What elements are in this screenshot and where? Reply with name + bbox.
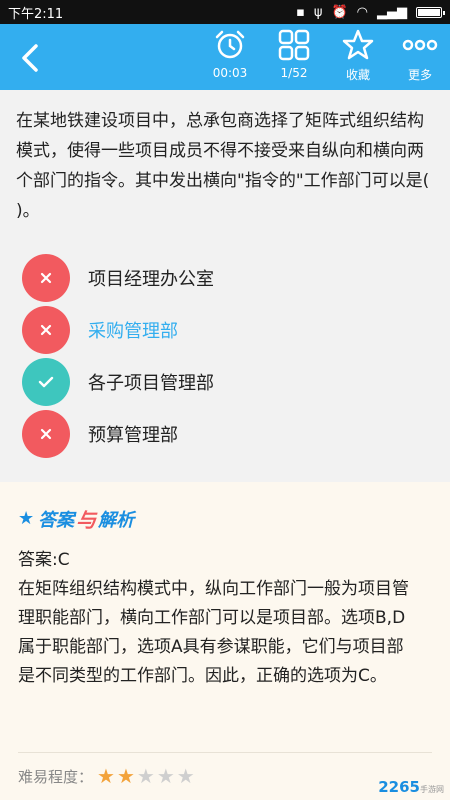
star-empty-icon: ★ <box>136 764 155 788</box>
battery-icon <box>416 6 445 18</box>
wrong-mark-icon <box>22 306 70 354</box>
answer-line: 答案:C <box>18 550 70 570</box>
option-label: 预算管理部 <box>88 425 178 446</box>
star-empty-icon: ★ <box>156 764 175 788</box>
alarm-icon: ⏰ <box>331 4 348 20</box>
analysis-title-and: 与 <box>76 508 97 532</box>
divider <box>18 752 432 753</box>
analysis-section: ★ 答案 与 解析 答案:C 在矩阵组织结构模式中，纵向工作部门一般为项目管理职… <box>0 482 450 800</box>
favorite-button[interactable]: 收藏 <box>328 28 388 88</box>
more-dots-icon <box>402 39 438 51</box>
grid-icon <box>278 29 310 61</box>
watermark-logo: 2265手游网 <box>378 778 444 796</box>
analysis-title: ★ 答案 与 解析 <box>18 504 134 533</box>
explanation-text: 在矩阵组织结构模式中，纵向工作部门一般为项目管理职能部门，横向工作部门可以是项目… <box>18 579 409 686</box>
notification-icon: ▪ <box>296 4 305 20</box>
question-text: 在某地铁建设项目中，总承包商选择了矩阵式组织结构模式，使得一些项目成员不得不接受… <box>16 111 430 221</box>
timer-label: 00:03 <box>212 66 248 80</box>
favorite-label: 收藏 <box>345 68 370 82</box>
wrong-mark-icon <box>22 410 70 458</box>
option-label: 各子项目管理部 <box>88 373 214 394</box>
option-b[interactable]: 采购管理部 <box>22 306 422 354</box>
watermark-brand: 2265 <box>378 778 420 796</box>
status-icons: ▪ ψ ⏰ ◠ ▂▄▆ <box>296 4 445 20</box>
question-list-button[interactable]: 1/52 <box>264 28 324 88</box>
wifi-icon: ◠ <box>356 4 368 20</box>
progress-label: 1/52 <box>280 66 308 80</box>
star-filled-icon: ★ <box>97 764 115 788</box>
signal-icon: ▂▄▆ <box>377 4 407 20</box>
analysis-title-explain: 解析 <box>98 509 135 531</box>
analysis-body: 答案:C 在矩阵组织结构模式中，纵向工作部门一般为项目管理职能部门，横向工作部门… <box>18 546 413 691</box>
option-label: 采购管理部 <box>88 321 178 342</box>
difficulty-row: 难易程度： ★ ★ ★ ★ ★ <box>18 764 197 788</box>
analysis-title-answer: 答案 <box>38 509 75 531</box>
watermark-sub: 手游网 <box>420 785 444 794</box>
option-label: 项目经理办公室 <box>88 269 214 290</box>
star-empty-icon: ★ <box>176 764 195 788</box>
status-time: 下午2:11 <box>8 6 64 22</box>
difficulty-label: 难易程度： <box>18 767 94 786</box>
back-arrow-icon <box>22 44 38 72</box>
option-a[interactable]: 项目经理办公室 <box>22 254 422 302</box>
option-c[interactable]: 各子项目管理部 <box>22 358 422 406</box>
star-icon <box>342 29 374 60</box>
difficulty-stars: ★ ★ ★ ★ ★ <box>97 764 197 788</box>
alarm-clock-icon <box>215 30 245 59</box>
more-button[interactable]: 更多 <box>390 28 450 88</box>
usb-icon: ψ <box>313 4 323 20</box>
star-filled-icon: ★ <box>116 764 135 788</box>
top-toolbar: 00:03 1/52 收藏 更多 <box>0 24 450 90</box>
check-mark-icon <box>22 358 70 406</box>
status-bar: 下午2:11 ▪ ψ ⏰ ◠ ▂▄▆ <box>0 0 450 24</box>
option-d[interactable]: 预算管理部 <box>22 410 422 458</box>
more-label: 更多 <box>407 68 432 82</box>
wrong-mark-icon <box>22 254 70 302</box>
title-star-icon: ★ <box>18 508 35 529</box>
timer-button[interactable]: 00:03 <box>200 28 260 88</box>
question-section: 在某地铁建设项目中，总承包商选择了矩阵式组织结构模式，使得一些项目成员不得不接受… <box>0 90 450 482</box>
back-button[interactable] <box>14 38 50 78</box>
